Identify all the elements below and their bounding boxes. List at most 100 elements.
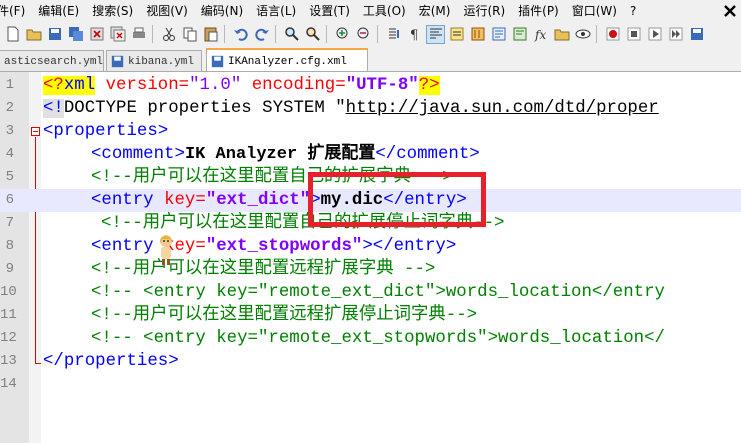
undo-icon[interactable] bbox=[232, 26, 249, 43]
menu-window[interactable]: 窗口(W) bbox=[565, 0, 623, 22]
code-line: 9 <!--用户可以在这里配置远程扩展字典 --> bbox=[0, 258, 741, 281]
cut-icon[interactable] bbox=[160, 26, 177, 43]
line-number: 13 bbox=[0, 353, 17, 369]
menu-bar: 件(F) 编辑(E) 搜索(S) 视图(V) 编码(N) 语言(L) 设置(T)… bbox=[0, 0, 741, 22]
line-content: <properties> bbox=[43, 120, 168, 143]
doctype-text: DOCTYPE properties SYSTEM " bbox=[63, 99, 346, 118]
toolbar-separator bbox=[224, 25, 225, 43]
xml-value: "ext_dict" bbox=[205, 191, 311, 210]
record-macro-icon[interactable] bbox=[604, 26, 621, 43]
close-all-icon[interactable] bbox=[109, 26, 126, 43]
play-multiple-icon[interactable] bbox=[667, 26, 684, 43]
xml-tag: <entry bbox=[91, 237, 165, 256]
open-file-icon[interactable] bbox=[25, 26, 42, 43]
sync-vertical-icon[interactable] bbox=[385, 26, 402, 43]
tab-label: kibana.yml bbox=[128, 55, 195, 68]
code-editor[interactable]: 1 <?xml version="1.0" encoding="UTF-8"?>… bbox=[0, 72, 741, 443]
tab-kibana-yml[interactable]: kibana.yml bbox=[106, 50, 202, 71]
doctype-open: <! bbox=[43, 99, 64, 118]
play-macro-icon[interactable] bbox=[646, 26, 663, 43]
save-macro-icon[interactable] bbox=[688, 26, 705, 43]
menu-macro[interactable]: 宏(M) bbox=[412, 0, 457, 22]
line-number: 5 bbox=[5, 169, 14, 185]
menu-search[interactable]: 搜索(S) bbox=[85, 0, 139, 22]
xml-comment: <!--用户可以在这里配置远程扩展字典 --> bbox=[91, 260, 436, 279]
code-line: 4 <comment>IK Analyzer 扩展配置</comment> bbox=[0, 143, 741, 166]
doc-map-icon[interactable] bbox=[511, 26, 528, 43]
doctype-url[interactable]: http://java.sun.com/dtd/proper bbox=[346, 99, 659, 118]
function-list-icon[interactable]: fx bbox=[532, 26, 549, 43]
stop-record-icon[interactable] bbox=[625, 26, 642, 43]
xml-decl-close: ?> bbox=[418, 76, 440, 95]
line-number: 3 bbox=[5, 123, 14, 139]
indent-guide-icon[interactable] bbox=[469, 26, 486, 43]
cursor-mascot-icon bbox=[160, 235, 172, 265]
line-content: <!-- <entry key="remote_ext_dict">words_… bbox=[91, 281, 665, 304]
menu-language[interactable]: 语言(L) bbox=[249, 0, 302, 22]
line-number: 11 bbox=[0, 307, 17, 323]
line-content: <?xml version="1.0" encoding="UTF-8"?> bbox=[43, 74, 440, 97]
redo-icon[interactable] bbox=[253, 26, 270, 43]
show-all-chars-icon[interactable] bbox=[448, 26, 465, 43]
xml-attr: encoding= bbox=[241, 76, 346, 95]
xml-attr: key= bbox=[164, 191, 206, 210]
line-content: <!--用户可以在这里配置远程扩展停止词字典--> bbox=[91, 304, 477, 327]
menu-run[interactable]: 运行(R) bbox=[456, 0, 511, 22]
line-number: 12 bbox=[0, 330, 17, 346]
menu-view[interactable]: 视图(V) bbox=[139, 0, 194, 22]
line-content: <comment>IK Analyzer 扩展配置</comment> bbox=[91, 143, 480, 166]
menu-help[interactable]: ? bbox=[623, 0, 642, 22]
menu-settings[interactable]: 设置(T) bbox=[302, 0, 356, 22]
code-line: 2 <!DOCTYPE properties SYSTEM "http://ja… bbox=[0, 97, 741, 120]
line-content: </properties> bbox=[43, 350, 179, 373]
xml-attr: version= bbox=[95, 76, 190, 95]
menu-plugins[interactable]: 插件(P) bbox=[511, 0, 565, 22]
toolbar-separator bbox=[326, 25, 327, 43]
toolbar: ¶ fx bbox=[0, 22, 741, 46]
highlight-annotation-box bbox=[308, 172, 486, 227]
tab-ikanalyzer-cfg-xml[interactable]: IKAnalyzer.cfg.xml bbox=[206, 48, 368, 71]
tab-elasticsearch-yml[interactable]: asticsearch.yml bbox=[0, 50, 104, 71]
code-line: 12 <!-- <entry key="remote_ext_stopwords… bbox=[0, 327, 741, 350]
word-wrap-icon[interactable] bbox=[426, 24, 445, 44]
code-line: 3 <properties> bbox=[0, 120, 741, 143]
folder-workspace-icon[interactable] bbox=[553, 26, 570, 43]
line-content: <!--用户可以在这里配置远程扩展字典 --> bbox=[91, 258, 435, 281]
saved-file-icon bbox=[111, 55, 124, 68]
zoom-out-icon[interactable] bbox=[355, 26, 372, 43]
xml-tag: ></entry> bbox=[362, 237, 457, 256]
line-content: <entry key="ext_stopwords"></entry> bbox=[91, 235, 456, 258]
menu-edit[interactable]: 编辑(E) bbox=[31, 0, 85, 22]
xml-tag: </comment> bbox=[375, 145, 480, 164]
line-number: 14 bbox=[0, 376, 17, 392]
toolbar-separator bbox=[596, 25, 597, 43]
copy-icon[interactable] bbox=[181, 26, 198, 43]
print-icon[interactable] bbox=[130, 26, 147, 43]
save-all-icon[interactable] bbox=[67, 26, 84, 43]
zoom-in-icon[interactable] bbox=[334, 26, 351, 43]
save-icon[interactable] bbox=[46, 26, 63, 43]
code-line: 13 </properties> bbox=[0, 350, 741, 373]
xml-comment: <!-- <entry key="remote_ext_stopwords">w… bbox=[91, 329, 665, 348]
menu-file[interactable]: 件(F) bbox=[0, 0, 31, 22]
code-line: 11 <!--用户可以在这里配置远程扩展停止词字典--> bbox=[0, 304, 741, 327]
find-icon[interactable] bbox=[283, 26, 300, 43]
new-file-icon[interactable] bbox=[4, 26, 21, 43]
menu-tools[interactable]: 工具(O) bbox=[356, 0, 412, 22]
xml-comment: <!--用户可以在这里配置远程扩展停止词字典--> bbox=[91, 306, 478, 325]
xml-tag: <entry bbox=[91, 191, 165, 210]
menu-encoding[interactable]: 编码(N) bbox=[194, 0, 249, 22]
toolbar-separator bbox=[152, 25, 153, 43]
close-window-icon[interactable] bbox=[719, 0, 741, 22]
line-content: <!-- <entry key="remote_ext_stopwords">w… bbox=[91, 327, 665, 350]
tab-label: IKAnalyzer.cfg.xml bbox=[228, 55, 347, 68]
close-icon[interactable] bbox=[88, 26, 105, 43]
xml-value: "1.0" bbox=[189, 76, 242, 95]
line-number: 2 bbox=[5, 100, 14, 116]
paste-icon[interactable] bbox=[202, 26, 219, 43]
user-defined-lang-icon[interactable] bbox=[490, 26, 507, 43]
sync-horizontal-icon[interactable]: ¶ bbox=[406, 26, 423, 43]
toolbar-separator bbox=[275, 25, 276, 43]
replace-icon[interactable] bbox=[304, 26, 321, 43]
monitoring-icon[interactable] bbox=[574, 26, 591, 43]
